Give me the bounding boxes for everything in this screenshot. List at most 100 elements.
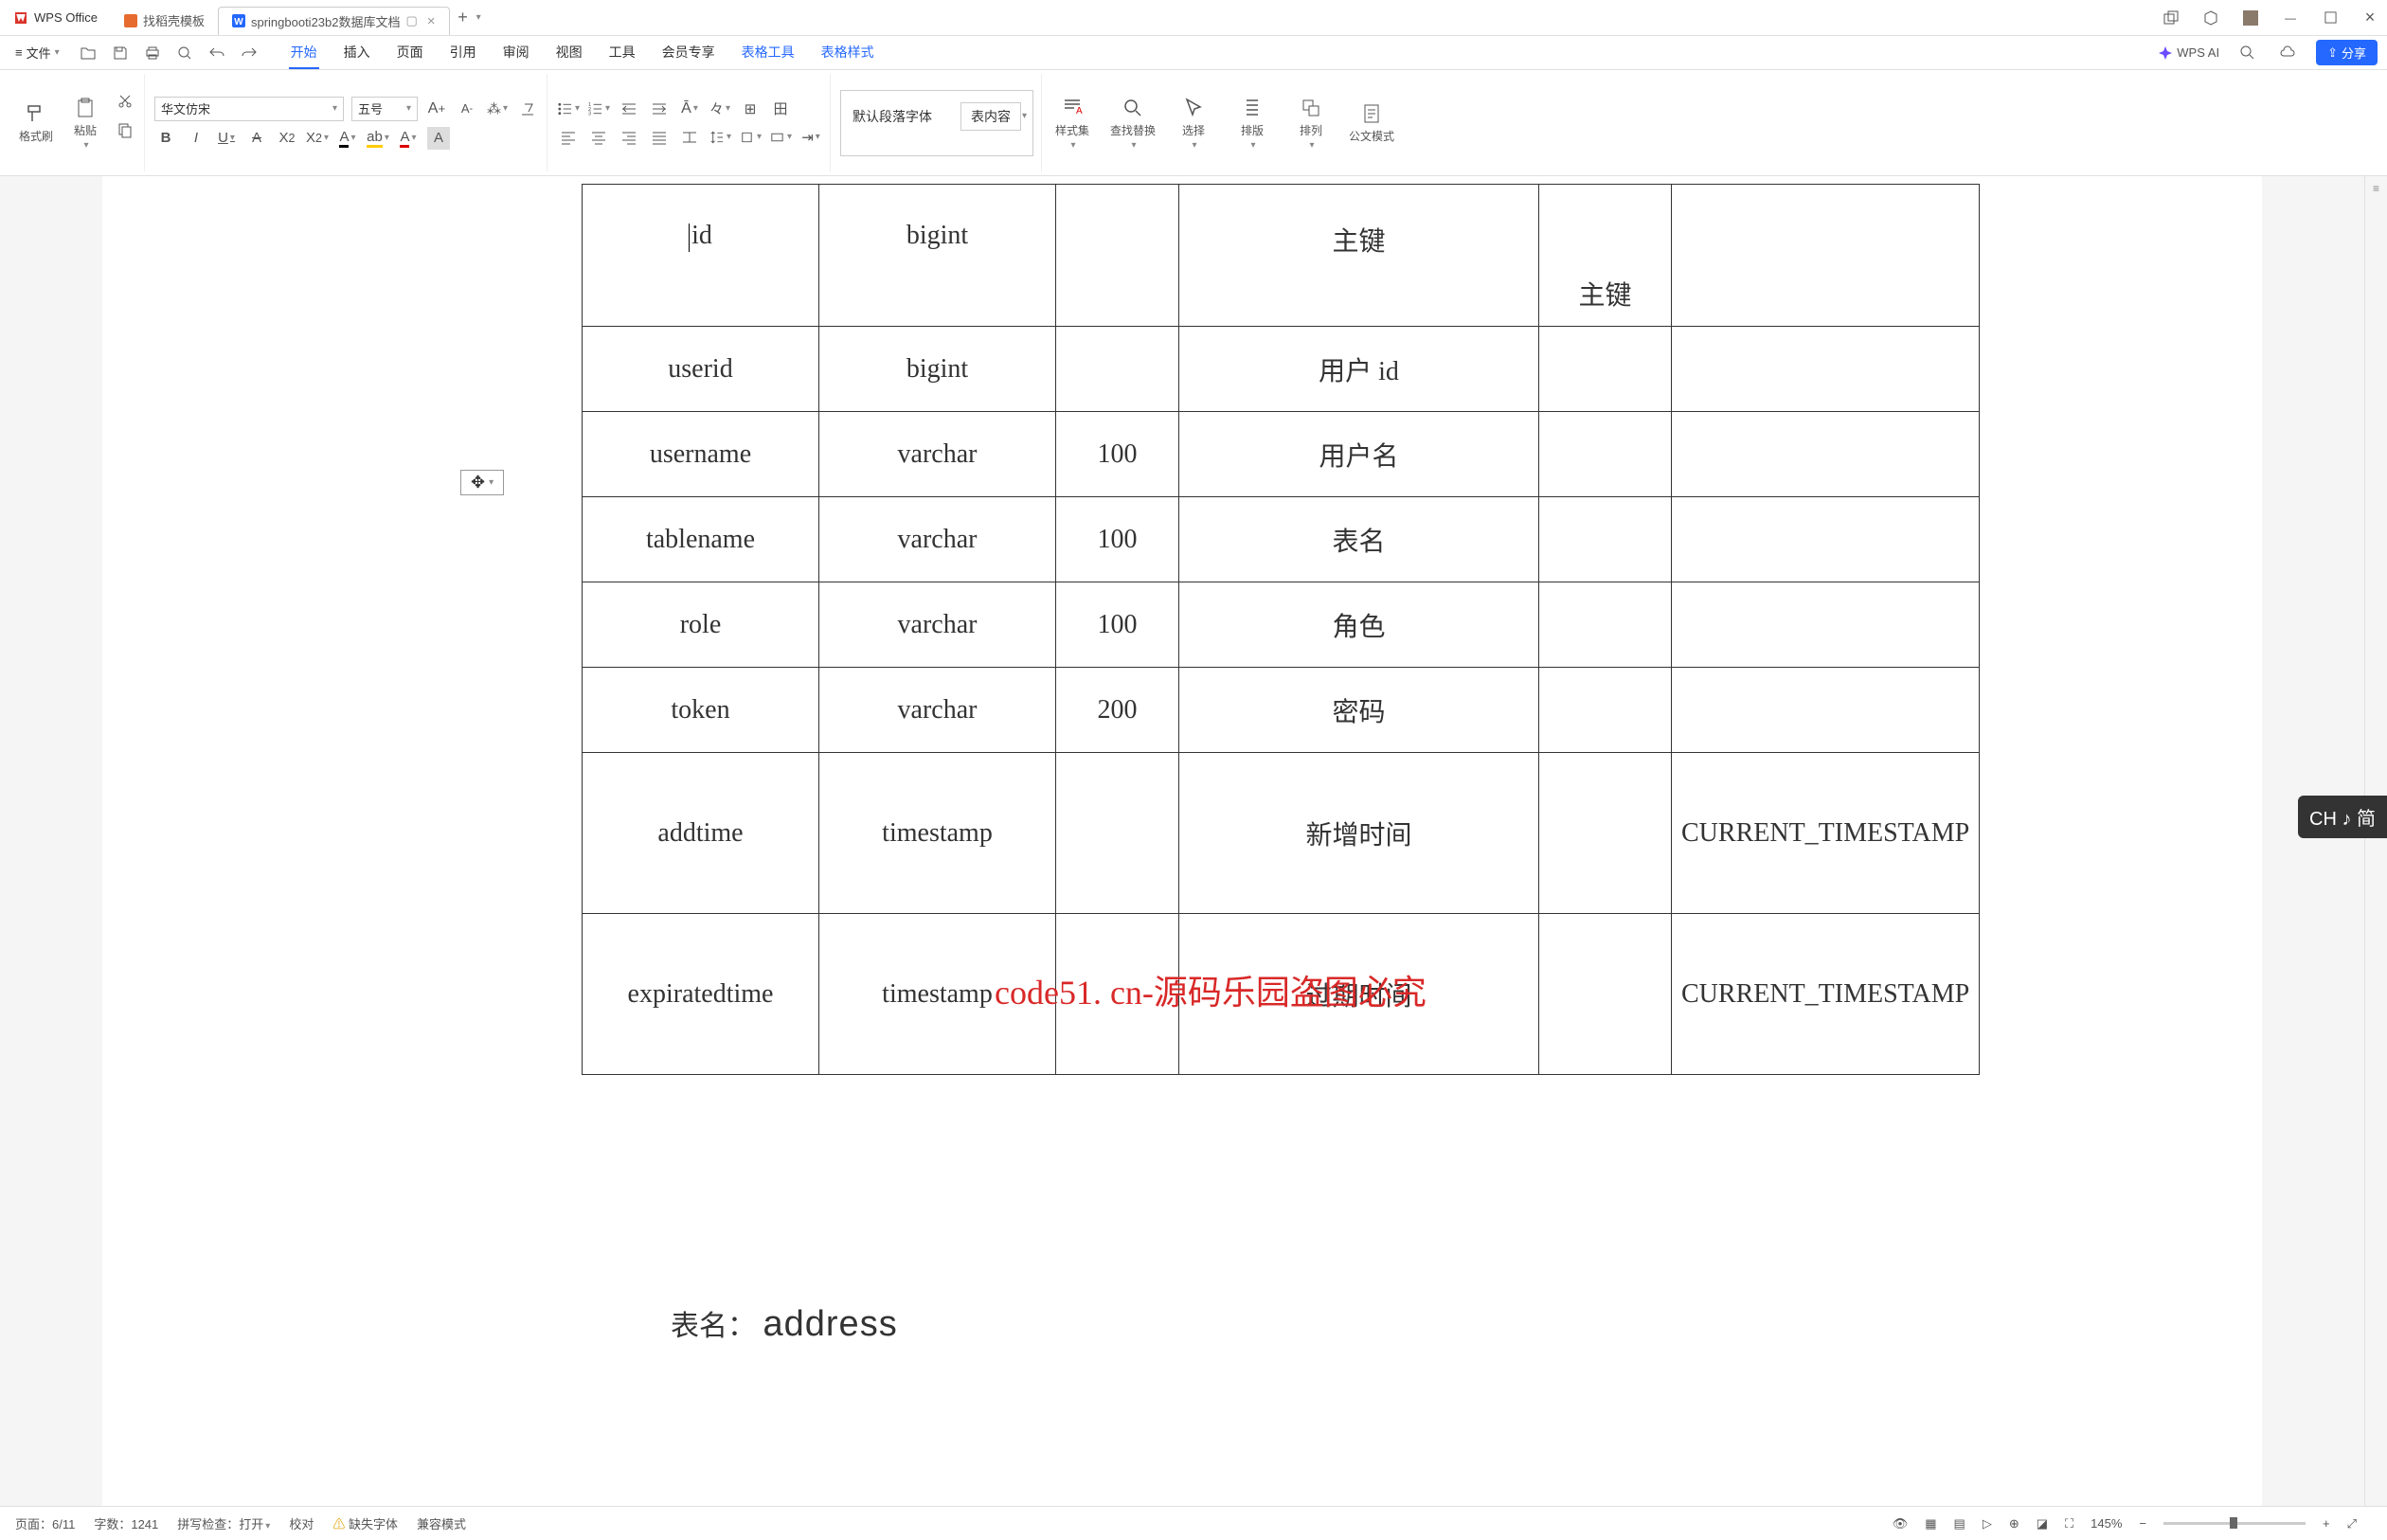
tab-table-style[interactable]: 表格样式	[819, 37, 876, 69]
text-effects-icon[interactable]: Ā	[678, 98, 701, 120]
font-size-select[interactable]: 五号▾	[351, 97, 418, 121]
select-button[interactable]: 选择	[1173, 96, 1214, 151]
format-brush-button[interactable]: 格式刷	[15, 101, 57, 144]
change-case-icon[interactable]: ⁂	[486, 98, 509, 120]
cell-comment[interactable]: 主键	[1179, 185, 1539, 327]
table-row[interactable]: tokenvarchar200密码	[583, 668, 1980, 753]
open-icon[interactable]	[77, 42, 99, 64]
cell-name[interactable]: userid	[583, 327, 819, 412]
tab-review[interactable]: 审阅	[501, 37, 531, 69]
save-icon[interactable]	[109, 42, 132, 64]
italic-icon[interactable]: I	[185, 127, 207, 150]
align-justify-icon[interactable]	[648, 126, 671, 149]
cell-len[interactable]: 100	[1056, 582, 1179, 668]
cell-name[interactable]: expiratedtime	[583, 914, 819, 1075]
add-tab-button[interactable]: +	[450, 8, 476, 27]
cell-len[interactable]: 100	[1056, 497, 1179, 582]
cell-constraint[interactable]	[1539, 668, 1672, 753]
cell-constraint[interactable]	[1539, 582, 1672, 668]
decrease-indent-icon[interactable]	[618, 98, 640, 120]
cell-name[interactable]: token	[583, 668, 819, 753]
line-spacing-icon[interactable]	[709, 126, 731, 149]
font-name-select[interactable]: 华文仿宋▾	[154, 97, 344, 121]
document-area[interactable]: ✥ ▾ idbigint主键主键useridbigint用户 idusernam…	[0, 176, 2364, 1506]
formal-mode-button[interactable]: 公文模式	[1349, 101, 1394, 144]
cell-default[interactable]: CURRENT_TIMESTAMP	[1672, 914, 1980, 1075]
zoom-in-icon[interactable]: +	[2323, 1516, 2330, 1531]
cell-len[interactable]: 200	[1056, 668, 1179, 753]
page-layout-icon[interactable]: ▦	[1925, 1516, 1936, 1531]
fullscreen-icon[interactable]: ⛶	[2065, 1516, 2073, 1531]
paste-button[interactable]: 粘贴	[64, 96, 106, 151]
copy-icon[interactable]	[114, 118, 136, 141]
cell-type[interactable]: timestamp	[819, 753, 1056, 914]
reading-view-icon[interactable]: 👁	[1893, 1516, 1909, 1531]
layout-vertical-button[interactable]: 排版	[1231, 96, 1273, 151]
table-row[interactable]: idbigint主键主键	[583, 185, 1980, 327]
zoom-level[interactable]: 145%	[2091, 1516, 2122, 1531]
arrange-button[interactable]: 排列	[1290, 96, 1332, 151]
strikethrough-icon[interactable]: A	[245, 127, 268, 150]
paragraph-style-gallery[interactable]: 默认段落字体 表内容 ▾	[840, 90, 1033, 156]
cell-constraint[interactable]: 主键	[1539, 185, 1672, 327]
status-compat-mode[interactable]: 兼容模式	[417, 1514, 466, 1532]
zoom-out-icon[interactable]: −	[2139, 1516, 2146, 1531]
align-left-icon[interactable]	[557, 126, 580, 149]
table-row[interactable]: addtimetimestamp新增时间CURRENT_TIMESTAMP	[583, 753, 1980, 914]
increase-indent-icon[interactable]	[648, 98, 671, 120]
tab-start[interactable]: 开始	[289, 37, 319, 69]
outline-view-icon[interactable]: ▤	[1954, 1516, 1965, 1531]
table-row[interactable]: tablenamevarchar100表名	[583, 497, 1980, 582]
cell-constraint[interactable]	[1539, 497, 1672, 582]
tab-preview-icon[interactable]: ▢	[406, 13, 418, 28]
align-right-icon[interactable]	[618, 126, 640, 149]
table-row[interactable]: usernamevarchar100用户名	[583, 412, 1980, 497]
cell-comment[interactable]: 角色	[1179, 582, 1539, 668]
table-row[interactable]: useridbigint用户 id	[583, 327, 1980, 412]
cell-len[interactable]	[1056, 753, 1179, 914]
status-word-count[interactable]: 字数：1241	[94, 1514, 158, 1532]
cell-comment[interactable]: 用户名	[1179, 412, 1539, 497]
increase-font-icon[interactable]: A+	[425, 98, 448, 120]
zoom-slider[interactable]	[2163, 1522, 2306, 1525]
tab-reference[interactable]: 引用	[448, 37, 478, 69]
undo-icon[interactable]	[206, 42, 228, 64]
tab-document[interactable]: W springbooti23b2数据库文档 ▢ ×	[218, 7, 450, 35]
style-set-button[interactable]: A 样式集	[1051, 96, 1093, 151]
phonetic-icon[interactable]: 々	[709, 98, 731, 120]
table-content-style[interactable]: 表内容	[960, 102, 1021, 131]
cell-default[interactable]	[1672, 327, 1980, 412]
cell-constraint[interactable]	[1539, 412, 1672, 497]
search-icon[interactable]	[2236, 42, 2259, 64]
cell-comment[interactable]: 新增时间	[1179, 753, 1539, 914]
cell-len[interactable]	[1056, 185, 1179, 327]
cell-comment[interactable]: 表名	[1179, 497, 1539, 582]
cell-constraint[interactable]	[1539, 753, 1672, 914]
cell-default[interactable]	[1672, 668, 1980, 753]
cell-default[interactable]: CURRENT_TIMESTAMP	[1672, 753, 1980, 914]
shading-icon[interactable]	[739, 126, 762, 149]
tab-table-tools[interactable]: 表格工具	[740, 37, 797, 69]
cell-type[interactable]: bigint	[819, 327, 1056, 412]
options-icon[interactable]: ≡	[2365, 182, 2387, 195]
char-shading-icon[interactable]: A	[427, 127, 450, 150]
minimize-button[interactable]: —	[2281, 9, 2300, 27]
cell-default[interactable]	[1672, 582, 1980, 668]
ime-indicator[interactable]: CH ♪ 简	[2298, 796, 2387, 838]
tab-tools[interactable]: 工具	[607, 37, 637, 69]
wps-ai-button[interactable]: WPS AI	[2158, 45, 2219, 61]
status-spell-check[interactable]: 拼写检查：打开	[177, 1514, 270, 1532]
style-gallery-expand[interactable]: ▾	[1022, 111, 1027, 121]
print-icon[interactable]	[141, 42, 164, 64]
cell-default[interactable]	[1672, 497, 1980, 582]
status-proofread[interactable]: 校对	[289, 1514, 314, 1532]
border-icon[interactable]: 田	[769, 98, 792, 120]
superscript-icon[interactable]: X2	[276, 127, 298, 150]
cell-type[interactable]: varchar	[819, 412, 1056, 497]
bold-icon[interactable]: B	[154, 127, 177, 150]
close-window-button[interactable]: ×	[2360, 9, 2379, 27]
clear-format-icon[interactable]	[516, 98, 539, 120]
font-color-icon[interactable]: A	[336, 127, 359, 150]
avatar-icon[interactable]	[2241, 9, 2260, 27]
cell-type[interactable]: bigint	[819, 185, 1056, 327]
